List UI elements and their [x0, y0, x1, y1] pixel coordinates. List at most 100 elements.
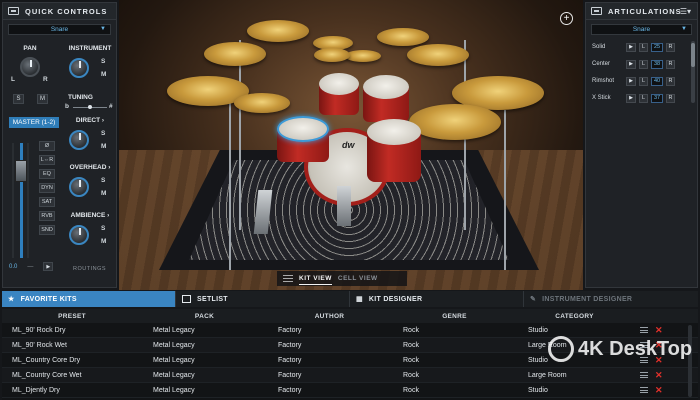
- delete-icon[interactable]: ✕: [655, 385, 663, 395]
- solo-button[interactable]: S: [13, 94, 24, 104]
- grid-icon: ▦: [356, 296, 363, 303]
- column-category[interactable]: CATEGORY: [517, 313, 632, 320]
- articulation-list: Solid ▶ L 25 R Center ▶ L 38 R Rimshot ▶…: [586, 41, 697, 104]
- tab-favorite-kits[interactable]: ★ FAVORITE KITS: [2, 291, 176, 307]
- drag-handle-icon[interactable]: [640, 387, 648, 393]
- crash-cymbal[interactable]: [407, 44, 469, 66]
- tab-setlist[interactable]: SETLIST: [176, 291, 350, 307]
- articulations-title: ARTICULATIONS: [608, 6, 682, 16]
- column-author[interactable]: AUTHOR: [267, 313, 392, 320]
- tuning-handle[interactable]: [88, 105, 92, 109]
- overhead-mute[interactable]: M: [101, 190, 106, 197]
- phase-button[interactable]: Ø: [39, 141, 55, 151]
- overhead-knob[interactable]: [69, 177, 89, 197]
- learn-button[interactable]: L: [639, 93, 648, 103]
- overhead-solo[interactable]: S: [101, 177, 105, 184]
- reset-button[interactable]: R: [666, 93, 675, 103]
- mute-button[interactable]: M: [37, 94, 48, 104]
- learn-button[interactable]: L: [639, 59, 648, 69]
- delete-icon[interactable]: ✕: [655, 370, 663, 380]
- reset-button[interactable]: R: [666, 76, 675, 86]
- play-icon[interactable]: ▶: [626, 76, 636, 86]
- midi-note-field[interactable]: 38: [651, 59, 663, 69]
- eq-button[interactable]: EQ: [39, 169, 55, 179]
- rack-tom-1[interactable]: [319, 73, 359, 95]
- minus-icon[interactable]: —: [27, 264, 33, 270]
- add-instrument-button[interactable]: +: [560, 12, 573, 25]
- crash-cymbal[interactable]: [247, 20, 309, 42]
- chevron-right-icon[interactable]: ›: [102, 117, 104, 124]
- rack-tom-2[interactable]: [363, 75, 409, 99]
- play-icon[interactable]: ▶: [626, 59, 636, 69]
- ride-cymbal[interactable]: [409, 104, 501, 140]
- panel-toggle-icon[interactable]: [591, 7, 602, 15]
- ambience-solo[interactable]: S: [101, 225, 105, 232]
- articulation-instrument-select[interactable]: Snare ▼: [591, 24, 692, 35]
- drag-handle-icon[interactable]: [640, 372, 648, 378]
- articulation-name: Center: [592, 61, 611, 67]
- instrument-solo[interactable]: S: [101, 58, 105, 65]
- snd-button[interactable]: SND: [39, 225, 55, 235]
- floor-tom[interactable]: [367, 119, 421, 145]
- play-icon[interactable]: ▶: [626, 93, 636, 103]
- crash-cymbal[interactable]: [377, 28, 429, 46]
- learn-button[interactable]: L: [639, 76, 648, 86]
- instrument-knob[interactable]: [69, 58, 89, 78]
- menu-icon[interactable]: [283, 275, 293, 282]
- tab-cell-view[interactable]: CELL VIEW: [338, 273, 378, 284]
- master-output-button[interactable]: MASTER (1-2): [9, 117, 59, 128]
- instrument-mute[interactable]: M: [101, 71, 106, 78]
- menu-icon[interactable]: ☰▾: [680, 7, 691, 16]
- rvb-button[interactable]: RVB: [39, 211, 55, 221]
- tab-kit-designer[interactable]: ▦ KIT DESIGNER: [350, 291, 524, 307]
- midi-note-field[interactable]: 37: [651, 93, 663, 103]
- column-preset[interactable]: PRESET: [2, 313, 142, 320]
- kick-pedal[interactable]: [337, 186, 351, 226]
- chevron-right-icon[interactable]: ›: [108, 164, 110, 171]
- instrument-select[interactable]: Snare ▼: [8, 24, 111, 35]
- midi-note-field[interactable]: 40: [651, 76, 663, 86]
- direct-mute[interactable]: M: [101, 143, 106, 150]
- ambience-section: AMBIENCE › S M: [65, 212, 115, 249]
- tab-kit-view[interactable]: KIT VIEW: [299, 273, 332, 285]
- direct-label-text: DIRECT: [75, 117, 101, 124]
- midi-note-field[interactable]: 25: [651, 42, 663, 52]
- articulation-scroll-thumb[interactable]: [691, 43, 695, 67]
- drag-handle-icon[interactable]: [640, 327, 648, 333]
- panel-toggle-icon[interactable]: [8, 7, 19, 15]
- splash-cymbal[interactable]: [345, 50, 381, 62]
- fader-footer: 0.0 — ▶: [9, 262, 54, 271]
- reset-button[interactable]: R: [666, 59, 675, 69]
- overhead-label: OVERHEAD ›: [65, 164, 115, 171]
- column-pack[interactable]: PACK: [142, 313, 267, 320]
- cell-preset: ML_Djently Dry: [12, 386, 60, 394]
- volume-fader-handle[interactable]: [15, 160, 27, 182]
- china-cymbal[interactable]: [204, 42, 266, 66]
- ambience-mute[interactable]: M: [101, 238, 106, 245]
- dyn-button[interactable]: DYN: [39, 183, 55, 193]
- snare-drum[interactable]: [277, 116, 329, 142]
- chevron-down-icon: ▼: [100, 26, 106, 32]
- play-icon[interactable]: ▶: [43, 262, 54, 271]
- play-icon[interactable]: ▶: [626, 42, 636, 52]
- overhead-section: OVERHEAD › S M: [65, 164, 115, 201]
- reset-button[interactable]: R: [666, 42, 675, 52]
- swap-lr-button[interactable]: L⇔R: [39, 155, 55, 165]
- pan-knob[interactable]: [20, 57, 40, 77]
- delete-icon[interactable]: ✕: [655, 325, 663, 335]
- bell-cymbal[interactable]: [314, 48, 350, 62]
- column-genre[interactable]: GENRE: [392, 313, 517, 320]
- routings-button[interactable]: ROUTINGS: [73, 266, 106, 272]
- table-row[interactable]: ML_Country Core Wet Metal Legacy Factory…: [2, 368, 698, 383]
- tab-instrument-designer[interactable]: ✎ INSTRUMENT DESIGNER: [524, 291, 698, 307]
- sat-button[interactable]: SAT: [39, 197, 55, 207]
- chevron-right-icon[interactable]: ›: [107, 212, 109, 219]
- hihat-cymbal[interactable]: [234, 93, 290, 113]
- table-row[interactable]: ML_Djently Dry Metal Legacy Factory Rock…: [2, 383, 698, 398]
- direct-solo[interactable]: S: [101, 130, 105, 137]
- star-icon: ★: [8, 296, 15, 303]
- learn-button[interactable]: L: [639, 42, 648, 52]
- ambience-knob[interactable]: [69, 225, 89, 245]
- direct-knob[interactable]: [69, 130, 89, 150]
- cell-preset: ML_90' Rock Wet: [12, 341, 67, 349]
